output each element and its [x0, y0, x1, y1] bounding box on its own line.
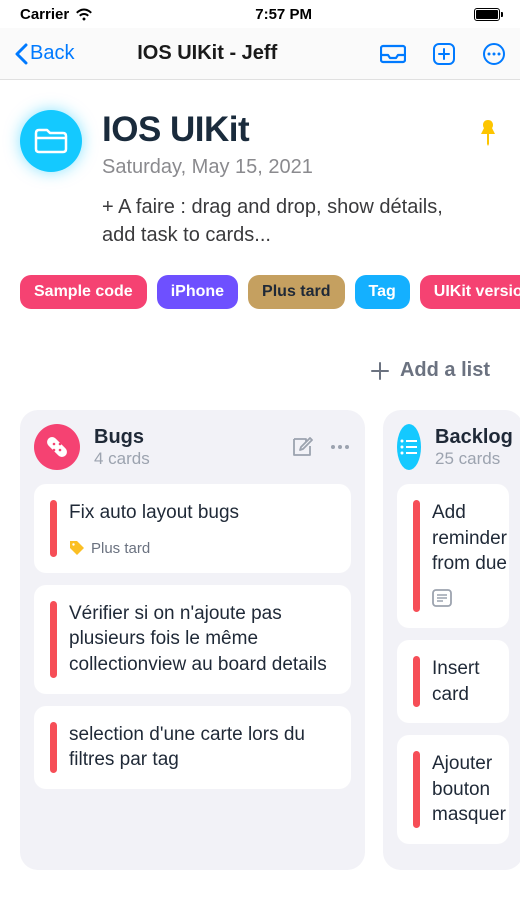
- folder-icon: [34, 127, 68, 155]
- card-priority-bar: [50, 722, 57, 773]
- nav-bar: Back IOS UIKit - Jeff: [0, 28, 520, 80]
- list-count: 25 cards: [435, 449, 513, 469]
- list-column: Bugs4 cards Fix auto layout bugs Plus tard…: [20, 410, 365, 870]
- list-count: 4 cards: [94, 449, 277, 469]
- card[interactable]: Insert card: [397, 640, 509, 723]
- tag-chip[interactable]: Tag: [355, 275, 410, 309]
- board-title: IOS UIKit: [102, 110, 456, 150]
- list-column: Backlog25 cards Add reminder from due Inse…: [383, 410, 520, 870]
- card-content: Add reminder from due: [432, 500, 507, 612]
- card-meta: Plus tard: [69, 540, 335, 557]
- card-priority-bar: [413, 751, 420, 828]
- add-icon[interactable]: [432, 42, 456, 66]
- board-icon: [20, 110, 82, 172]
- list-header-text: Bugs4 cards: [94, 426, 277, 469]
- bandage-icon: [44, 434, 70, 460]
- card[interactable]: Vérifier si on n'ajoute pas plusieurs fo…: [34, 585, 351, 694]
- list-title: Backlog: [435, 426, 513, 449]
- battery-icon: [474, 8, 500, 21]
- add-list-row: Add a list: [0, 329, 520, 396]
- inbox-icon[interactable]: [380, 43, 406, 65]
- card-content: Insert card: [432, 656, 493, 707]
- nav-title: IOS UIKit - Jeff: [34, 42, 380, 65]
- list-icon: [397, 435, 421, 459]
- tag-chip[interactable]: iPhone: [157, 275, 238, 309]
- card[interactable]: Ajouter bouton masquer: [397, 735, 509, 844]
- card-priority-bar: [413, 500, 420, 612]
- tags-row[interactable]: Sample code iPhone Plus tard Tag UIKit versi…: [0, 269, 520, 329]
- list-header: Bugs4 cards: [34, 424, 351, 470]
- card-title: Add reminder from due: [432, 500, 507, 577]
- card-title: Vérifier si on n'ajoute pas plusieurs fo…: [69, 601, 335, 678]
- tag-chip[interactable]: Sample code: [20, 275, 147, 309]
- card-content: Vérifier si on n'ajoute pas plusieurs fo…: [69, 601, 335, 678]
- edit-icon[interactable]: [291, 436, 313, 458]
- card-priority-bar: [413, 656, 420, 707]
- lists-container[interactable]: Bugs4 cards Fix auto layout bugs Plus tard…: [0, 396, 520, 870]
- card-priority-bar: [50, 601, 57, 678]
- card-meta-label: Plus tard: [91, 540, 150, 557]
- card-title: selection d'une carte lors du filtres pa…: [69, 722, 335, 773]
- card-title: Insert card: [432, 656, 493, 707]
- card[interactable]: Fix auto layout bugs Plus tard: [34, 484, 351, 573]
- card-content: Fix auto layout bugs Plus tard: [69, 500, 335, 557]
- status-bar: Carrier 7:57 PM: [0, 0, 520, 28]
- wifi-icon: [75, 8, 93, 21]
- board-header: IOS UIKit Saturday, May 15, 2021 + A fai…: [0, 80, 520, 269]
- card-content: selection d'une carte lors du filtres pa…: [69, 722, 335, 773]
- more-icon[interactable]: [482, 42, 506, 66]
- chevron-left-icon: [14, 43, 28, 65]
- card-title: Fix auto layout bugs: [69, 500, 335, 526]
- board-date: Saturday, May 15, 2021: [102, 156, 456, 179]
- tag-icon: [69, 540, 85, 556]
- list-actions: [291, 436, 351, 458]
- list-icon-badge: [34, 424, 80, 470]
- nav-actions: [380, 42, 506, 66]
- add-list-button[interactable]: Add a list: [370, 359, 490, 382]
- card-title: Ajouter bouton masquer: [432, 751, 506, 828]
- list-header: Backlog25 cards: [397, 424, 509, 470]
- ellipsis-icon[interactable]: [329, 436, 351, 458]
- card[interactable]: Add reminder from due: [397, 484, 509, 628]
- carrier-label: Carrier: [20, 6, 69, 23]
- list-title: Bugs: [94, 426, 277, 449]
- board-header-content: IOS UIKit Saturday, May 15, 2021 + A fai…: [102, 110, 456, 249]
- status-left: Carrier: [20, 6, 93, 23]
- status-right: [474, 8, 500, 21]
- tag-chip[interactable]: Plus tard: [248, 275, 344, 309]
- status-time: 7:57 PM: [255, 6, 312, 23]
- list-icon-badge: [397, 424, 421, 470]
- tag-chip[interactable]: UIKit version: [420, 275, 520, 309]
- card-content: Ajouter bouton masquer: [432, 751, 506, 828]
- list-header-text: Backlog25 cards: [435, 426, 513, 469]
- pin-icon[interactable]: [476, 118, 500, 148]
- card-priority-bar: [50, 500, 57, 557]
- plus-icon: [370, 361, 390, 381]
- add-list-label: Add a list: [400, 359, 490, 382]
- board-description: + A faire : drag and drop, show détails,…: [102, 193, 456, 249]
- card[interactable]: selection d'une carte lors du filtres pa…: [34, 706, 351, 789]
- card-attachment-icon: [432, 589, 452, 607]
